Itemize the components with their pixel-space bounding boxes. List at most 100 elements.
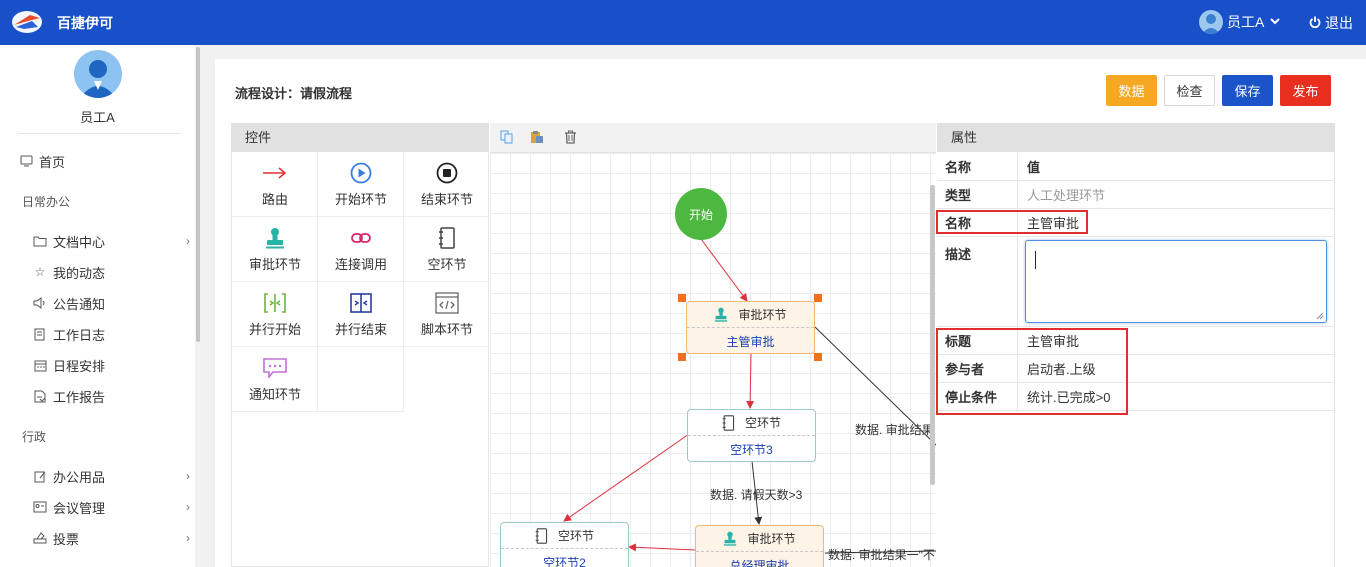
sidebar-username: 员工A — [80, 110, 115, 125]
folder-icon — [32, 233, 48, 249]
user-menu[interactable]: 员工A — [1199, 10, 1281, 34]
avatar[interactable] — [74, 50, 122, 98]
notebook-icon — [535, 527, 548, 544]
logout-button[interactable]: 退出 — [1309, 13, 1353, 33]
control-notify[interactable]: 通知环节 — [232, 347, 318, 412]
edge-gm-to-empty2[interactable] — [628, 543, 696, 552]
sidebar-item-label: 日程安排 — [53, 358, 106, 374]
control-label: 空环节 — [427, 257, 467, 272]
prop-value: 人工处理环节 — [1027, 188, 1106, 203]
control-end[interactable]: 结束环节 — [404, 152, 490, 217]
control-label: 结束环节 — [420, 192, 473, 207]
divider — [18, 133, 181, 134]
app-logo-icon — [12, 11, 42, 33]
highlight-box — [936, 328, 1128, 415]
sidebar-item-reports[interactable]: 工作报告 — [32, 386, 190, 406]
description-textarea[interactable] — [1025, 240, 1327, 323]
control-empty[interactable]: 空环节 — [404, 217, 490, 282]
control-script[interactable]: 脚本环节 — [404, 282, 490, 347]
control-empty-slot — [318, 347, 404, 412]
sidebar-item-label: 公告通知 — [53, 296, 106, 312]
edge-manager-to-empty3[interactable] — [746, 352, 755, 409]
sidebar-scrollbar-thumb[interactable] — [196, 47, 200, 342]
notebook-icon — [722, 414, 735, 431]
user-avatar-icon — [1199, 10, 1223, 34]
resize-grip-icon[interactable] — [1316, 312, 1324, 320]
sidebar-item-supplies[interactable]: 办公用品 › — [32, 466, 190, 486]
save-button[interactable]: 保存 — [1222, 75, 1273, 106]
control-parallel-end[interactable]: 并行结束 — [318, 282, 404, 347]
user-name: 员工A — [1227, 14, 1265, 30]
sidebar-item-label: 文档中心 — [53, 234, 106, 250]
data-button[interactable]: 数据 — [1106, 75, 1157, 106]
flow-canvas[interactable]: 开始 审批环节 主管审批 空环节 空环节3 空环节 空环节2 审批环节 总经理审… — [490, 153, 936, 567]
sidebar-item-activity[interactable]: ☆ 我的动态 — [32, 262, 190, 282]
chevron-right-icon: › — [186, 234, 190, 248]
control-label: 通知环节 — [248, 387, 301, 402]
control-start[interactable]: 开始环节 — [318, 152, 404, 217]
speaker-icon — [32, 295, 48, 311]
canvas-scrollbar[interactable] — [930, 185, 935, 485]
play-icon — [349, 162, 373, 184]
approve-node-manager[interactable]: 审批环节 主管审批 — [686, 301, 815, 354]
sidebar-item-label: 办公用品 — [53, 469, 106, 485]
app-title: 百捷伊可 — [57, 15, 113, 31]
empty-node-3[interactable]: 空环节 空环节3 — [687, 409, 816, 462]
stop-icon — [435, 162, 459, 184]
supplies-icon — [32, 468, 48, 484]
sidebar-item-label: 工作日志 — [53, 327, 106, 343]
report-icon — [32, 388, 48, 404]
control-parallel-start[interactable]: 并行开始 — [232, 282, 318, 347]
highlight-box — [936, 210, 1088, 234]
publish-button[interactable]: 发布 — [1280, 75, 1331, 106]
sidebar-item-notices[interactable]: 公告通知 — [32, 293, 190, 313]
edge-label[interactable]: 数据. 请假天数>3 — [710, 486, 802, 503]
calendar-icon — [32, 357, 48, 373]
control-label: 路由 — [261, 192, 288, 207]
node-name: 空环节2 — [543, 555, 586, 567]
edge-empty3-to-empty2[interactable] — [563, 433, 690, 522]
approve-node-gm[interactable]: 审批环节 总经理审批 — [695, 525, 824, 567]
sidebar-item-documents[interactable]: 文档中心 › — [32, 231, 190, 251]
sidebar-item-home[interactable]: 首页 — [18, 151, 190, 171]
notebook-icon — [435, 227, 459, 249]
resize-handle[interactable] — [678, 353, 686, 361]
chevron-right-icon: › — [186, 531, 190, 545]
sidebar-item-label: 工作报告 — [53, 389, 106, 405]
delete-icon[interactable] — [562, 129, 578, 145]
sidebar-item-meetings[interactable]: 会议管理 › — [32, 497, 190, 517]
resize-handle[interactable] — [678, 294, 686, 302]
prop-key: 描述 — [937, 237, 1018, 326]
prop-col-value: 值 — [1027, 160, 1041, 175]
node-type: 空环节 — [557, 529, 594, 543]
log-icon — [32, 326, 48, 342]
control-label: 脚本环节 — [420, 322, 473, 337]
resize-handle[interactable] — [814, 353, 822, 361]
sidebar-item-schedule[interactable]: 日程安排 — [32, 355, 190, 375]
control-route[interactable]: 路由 — [232, 152, 318, 217]
meeting-icon — [32, 499, 48, 515]
sidebar-item-label: 我的动态 — [53, 265, 106, 281]
controls-header: 控件 — [231, 123, 489, 152]
edge-start-to-manager[interactable] — [700, 238, 748, 302]
start-node[interactable]: 开始 — [675, 188, 727, 240]
parallel-end-icon — [349, 292, 373, 314]
edge-label[interactable]: 数据. 审批结果 — [855, 421, 934, 438]
node-name: 空环节3 — [730, 442, 773, 457]
edge-label[interactable]: 数据. 审批结果一"不 — [828, 546, 935, 563]
sidebar-item-label: 首页 — [39, 154, 66, 170]
empty-node-2[interactable]: 空环节 空环节2 — [500, 522, 629, 567]
sidebar-item-vote[interactable]: 投票 › — [32, 528, 190, 548]
stamp-icon — [714, 307, 728, 322]
prop-table-header: 名称 值 — [937, 153, 1335, 181]
copy-icon[interactable] — [499, 129, 515, 145]
paste-icon[interactable] — [529, 129, 545, 145]
control-approve[interactable]: 审批环节 — [232, 217, 318, 282]
parallel-start-icon — [263, 292, 287, 314]
resize-handle[interactable] — [814, 294, 822, 302]
sidebar-item-worklog[interactable]: 工作日志 — [32, 324, 190, 344]
stamp-icon — [263, 227, 287, 249]
page-title: 流程设计：请假流程 — [235, 86, 353, 101]
control-link-call[interactable]: 连接调用 — [318, 217, 404, 282]
check-button[interactable]: 检查 — [1164, 75, 1215, 106]
